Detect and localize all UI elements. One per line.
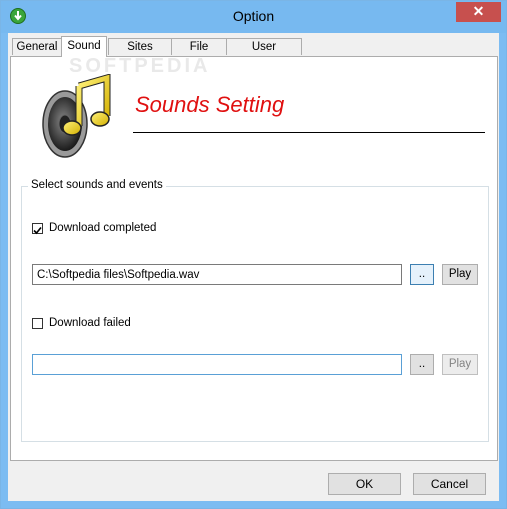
tab-user-interface[interactable]: User interface bbox=[226, 38, 302, 70]
tab-general[interactable]: General bbox=[12, 38, 62, 55]
close-button[interactable]: ✕ bbox=[456, 2, 501, 22]
tab-sites-logins[interactable]: Sites logins bbox=[108, 38, 172, 70]
dialog-client: General Sound Sites logins File types Us… bbox=[8, 33, 499, 501]
tab-file-types[interactable]: File types bbox=[171, 38, 227, 70]
tab-sound[interactable]: Sound bbox=[61, 36, 107, 57]
download-failed-checkbox[interactable] bbox=[32, 318, 43, 329]
download-failed-label: Download failed bbox=[49, 317, 131, 329]
download-completed-browse-button[interactable]: .. bbox=[410, 264, 434, 285]
ok-button[interactable]: OK bbox=[328, 473, 401, 495]
download-completed-path-input[interactable] bbox=[32, 264, 402, 285]
sound-events-group: Select sounds and events Download comple… bbox=[21, 179, 489, 442]
page-heading: Sounds Setting bbox=[135, 92, 285, 117]
option-window: Option ✕ General Sound Sites logins File… bbox=[0, 0, 507, 509]
cancel-button[interactable]: Cancel bbox=[413, 473, 486, 495]
speaker-music-icon bbox=[42, 74, 111, 158]
close-icon: ✕ bbox=[472, 3, 485, 19]
download-completed-play-button[interactable]: Play bbox=[442, 264, 478, 285]
group-label: Select sounds and events bbox=[28, 179, 166, 191]
title-bar[interactable]: Option ✕ bbox=[1, 1, 506, 33]
window-title: Option bbox=[232, 8, 275, 24]
checkmark-icon bbox=[33, 226, 42, 235]
download-failed-play-button: Play bbox=[442, 354, 478, 375]
sound-tab-panel: SOFTPEDIA Sounds Setting Select sounds a… bbox=[10, 55, 498, 461]
download-completed-checkbox[interactable] bbox=[32, 223, 43, 235]
download-failed-browse-button[interactable]: .. bbox=[410, 354, 434, 375]
download-completed-label: Download completed bbox=[49, 222, 157, 234]
heading-divider bbox=[133, 132, 485, 133]
download-failed-path-input[interactable] bbox=[32, 354, 402, 375]
